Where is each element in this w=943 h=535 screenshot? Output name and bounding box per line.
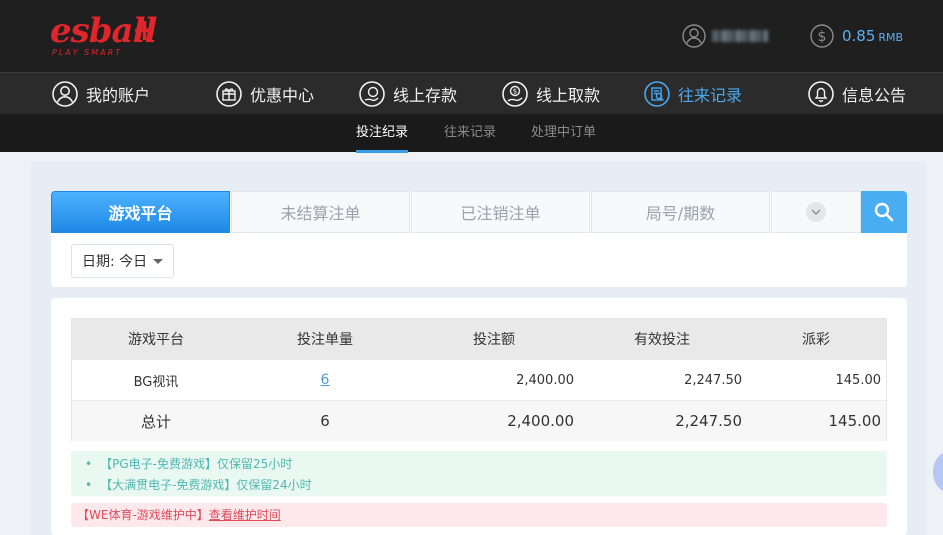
table-header: 游戏平台 投注单量 投注额 有效投注 派彩 <box>72 319 886 359</box>
total-count: 6 <box>320 412 330 430</box>
sub-nav: 投注纪录 往来记录 处理中订单 <box>0 114 943 153</box>
balance-amount: 0.85 RMB <box>842 27 904 45</box>
nav-withdraw[interactable]: $ 线上取款 <box>502 81 600 107</box>
cell-bet-amount: 2,400.00 <box>516 372 574 388</box>
tab-round-number[interactable]: 局号/期数 <box>591 191 770 233</box>
nav-announcements[interactable]: 信息公告 <box>808 81 906 107</box>
main-nav: 我的账户 优惠中心 线上存款 $ 线上取款 往来记录 信息公告 <box>0 72 943 114</box>
svg-text:$: $ <box>818 29 827 45</box>
header-valid-bet: 有效投注 <box>634 332 690 348</box>
tab-more-dropdown[interactable] <box>771 191 861 233</box>
date-filter-label: 日期: 今日 <box>82 254 148 270</box>
svg-text:$: $ <box>513 88 517 96</box>
gift-icon <box>216 81 242 107</box>
maintenance-text: 【WE体育-游戏维护中】 <box>77 508 209 522</box>
nav-label: 我的账户 <box>86 86 151 105</box>
cell-payout: 145.00 <box>835 372 882 388</box>
cell-valid-bet: 2,247.50 <box>684 372 742 388</box>
date-filter-select[interactable]: 日期: 今日 <box>71 244 174 278</box>
tab-cancelled-bets[interactable]: 已注销注单 <box>411 191 590 233</box>
nav-deposit[interactable]: 线上存款 <box>359 81 457 107</box>
header-count: 投注单量 <box>297 332 353 348</box>
logo-plus: + <box>132 13 158 48</box>
table-row: BG视讯 6 2,400.00 2,247.50 145.00 <box>72 359 886 400</box>
bell-icon <box>808 81 834 107</box>
nav-promotions[interactable]: 优惠中心 <box>216 81 314 107</box>
balance-display: $ 0.85 RMB <box>810 24 940 48</box>
info-notice-item: 【PG电子-免费游戏】仅保留25小时 <box>85 456 292 472</box>
subtab-bet-records[interactable]: 投注纪录 <box>356 124 409 153</box>
nav-label: 线上取款 <box>536 86 601 105</box>
nav-label: 线上存款 <box>393 86 458 105</box>
header-bet-amount: 投注额 <box>473 332 515 348</box>
caret-down-icon <box>153 258 164 264</box>
header-payout: 派彩 <box>802 332 830 348</box>
deposit-coin-icon <box>359 81 385 107</box>
top-header: esball + PLAY SMART $ 0.85 RMB <box>0 0 943 72</box>
record-tabs: 游戏平台 未结算注单 已注销注单 局号/期数 <box>51 191 907 233</box>
tab-game-platform[interactable]: 游戏平台 <box>51 191 230 233</box>
esball-logo[interactable]: esball + PLAY SMART <box>50 12 165 62</box>
header-platform: 游戏平台 <box>128 332 184 348</box>
chevron-down-icon <box>806 202 826 222</box>
nav-records[interactable]: 往来记录 <box>644 81 742 107</box>
info-notice-item: 【大满贯电子-免费游戏】仅保留24小时 <box>85 477 312 493</box>
cell-count-link[interactable]: 6 <box>240 360 410 400</box>
floating-service-button[interactable] <box>933 452 943 492</box>
tab-unsettled-bets[interactable]: 未结算注单 <box>231 191 410 233</box>
nav-my-account[interactable]: 我的账户 <box>52 81 150 107</box>
coin-icon: $ <box>810 24 834 48</box>
record-search-icon <box>644 81 670 107</box>
user-icon <box>682 24 706 48</box>
total-valid-bet: 2,247.50 <box>675 412 742 430</box>
logo-tagline: PLAY SMART <box>52 48 123 57</box>
table-total-row: 总计 6 2,400.00 2,247.50 145.00 <box>72 400 886 441</box>
search-icon <box>874 202 894 222</box>
total-bet-amount: 2,400.00 <box>507 412 574 430</box>
maintenance-time-link[interactable]: 查看维护时间 <box>209 508 281 522</box>
cell-platform: BG视讯 <box>133 374 179 390</box>
withdraw-coin-icon: $ <box>502 81 528 107</box>
nav-label: 信息公告 <box>842 86 907 105</box>
total-label: 总计 <box>140 412 171 431</box>
subtab-pending-orders[interactable]: 处理中订单 <box>531 124 596 142</box>
total-payout: 145.00 <box>828 412 882 430</box>
maintenance-notice: 【WE体育-游戏维护中】查看维护时间 <box>71 503 887 527</box>
nav-label: 往来记录 <box>678 86 743 105</box>
user-info[interactable] <box>682 24 792 48</box>
subtab-transaction-records[interactable]: 往来记录 <box>444 124 496 142</box>
username-blurred <box>712 30 768 42</box>
search-button[interactable] <box>861 191 907 233</box>
bet-summary-table: 游戏平台 投注单量 投注额 有效投注 派彩 BG视讯 6 2,400.00 2,… <box>71 318 887 441</box>
nav-label: 优惠中心 <box>250 86 315 105</box>
user-circle-icon <box>52 81 78 107</box>
info-notice: 【PG电子-免费游戏】仅保留25小时 【大满贯电子-免费游戏】仅保留24小时 <box>71 451 887 496</box>
